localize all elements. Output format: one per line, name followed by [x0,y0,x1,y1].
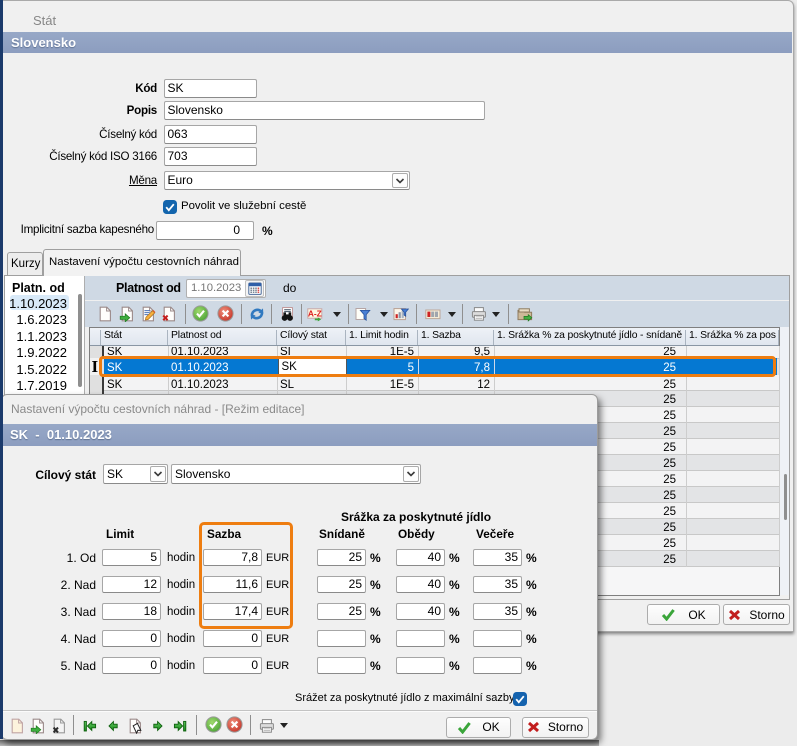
svg-text:A-Z: A-Z [308,308,322,318]
